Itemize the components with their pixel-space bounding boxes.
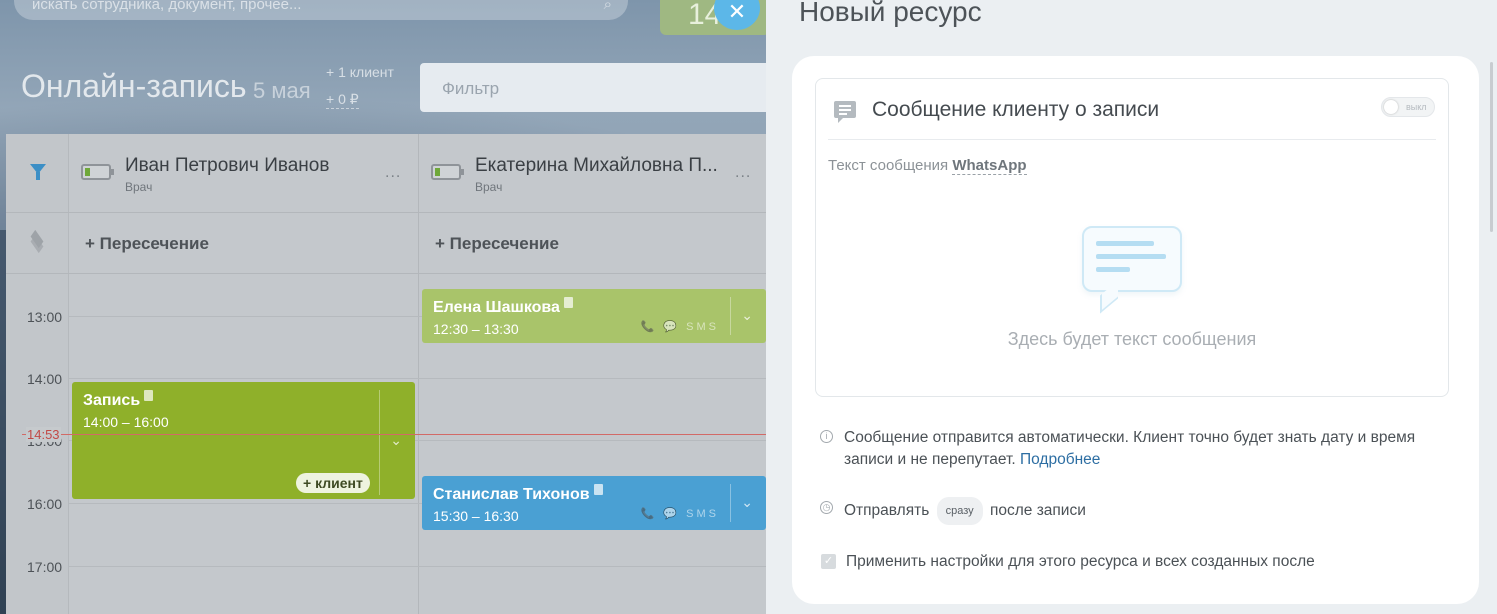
document-icon: [144, 390, 154, 401]
calendar-grid: Иван Петрович Иванов Врач ... Екатерина …: [6, 134, 766, 614]
resource-name: Екатерина Михайловна П...: [475, 155, 718, 176]
panel-title: Новый ресурс: [799, 0, 982, 27]
more-info-link[interactable]: Подробнее: [1020, 451, 1100, 468]
speech-bubble-icon: [1082, 226, 1182, 314]
chevron-down-icon[interactable]: ⌄: [741, 494, 753, 511]
settings-card: Сообщение клиенту о записи выкл Текст со…: [792, 56, 1479, 604]
add-intersection-button[interactable]: + Пересечение: [435, 234, 559, 254]
resource-role: Врач: [475, 180, 503, 194]
global-search-input[interactable]: искать сотрудника, документ, прочее... ⌕: [14, 0, 628, 20]
hour-label: 14:00: [27, 371, 63, 387]
layers-icon[interactable]: [28, 229, 46, 254]
hour-label: 13:00: [27, 309, 63, 325]
apply-checkbox[interactable]: ✓: [821, 554, 836, 569]
hour-line: [69, 378, 766, 379]
appointment-card[interactable]: Запись 14:00 – 16:00 ⌄ + клиент: [72, 382, 415, 499]
message-label-prefix: Текст сообщения: [828, 157, 949, 174]
info-icon: i: [820, 430, 833, 443]
appointment-time: 12:30 – 13:30: [433, 321, 519, 337]
message-channel-selector[interactable]: WhatsApp: [952, 157, 1027, 175]
appointment-card[interactable]: Станислав Тихонов 15:30 – 16:30 📞 💬 SMS …: [422, 476, 766, 530]
apply-checkbox-label[interactable]: Применить настройки для этого ресурса и …: [846, 553, 1315, 571]
appointment-card[interactable]: Елена Шашкова 12:30 – 13:30 📞 💬 SMS ⌄: [422, 289, 766, 343]
toggle-label: выкл: [1406, 102, 1427, 112]
chevron-down-icon[interactable]: ⌄: [741, 307, 753, 324]
toggle-knob: [1384, 100, 1398, 114]
message-section: Сообщение клиенту о записи выкл Текст со…: [815, 78, 1449, 397]
current-time-line: [22, 434, 766, 435]
resource-role: Врач: [125, 180, 153, 194]
resource-name: Иван Петрович Иванов: [125, 155, 330, 176]
section-title: Сообщение клиенту о записи: [872, 98, 1160, 121]
appointment-time: 15:30 – 16:30: [433, 508, 519, 524]
card-divider: [730, 484, 731, 522]
scrollbar[interactable]: [1489, 0, 1497, 614]
battery-icon: [81, 164, 114, 180]
contact-icons: 📞 💬 SMS: [640, 508, 719, 520]
filter-input[interactable]: Фильтр: [420, 63, 766, 112]
divider: [828, 139, 1436, 140]
contact-icons: 📞 💬 SMS: [640, 321, 719, 333]
money-stat[interactable]: + 0 ₽: [326, 91, 359, 109]
hour-line: [69, 566, 766, 567]
global-search-placeholder: искать сотрудника, документ, прочее...: [32, 0, 302, 13]
new-resource-panel: Новый ресурс Сообщение клиенту о записи …: [766, 0, 1497, 614]
search-icon: ⌕: [603, 0, 612, 13]
filter-icon[interactable]: [30, 164, 46, 180]
clock-icon: ◷: [820, 501, 833, 514]
message-text-label: Текст сообщения WhatsApp: [828, 157, 1027, 175]
more-icon[interactable]: ...: [735, 164, 751, 182]
document-icon: [563, 297, 573, 308]
more-icon[interactable]: ...: [385, 164, 401, 182]
page-date[interactable]: 5 мая: [253, 78, 311, 104]
battery-icon: [431, 164, 464, 180]
background-app: искать сотрудника, документ, прочее... ⌕…: [0, 0, 766, 614]
message-icon: [834, 101, 856, 123]
column-separator: [418, 134, 419, 614]
info-text: Сообщение отправится автоматически. Клие…: [844, 427, 1444, 471]
hour-label: 17:00: [27, 559, 63, 575]
add-intersection-button[interactable]: + Пересечение: [85, 234, 209, 254]
appointment-title: Запись: [83, 392, 141, 409]
send-timing-row: Отправлять сразу после записи: [844, 497, 1086, 525]
info-description: Сообщение отправится автоматически. Клие…: [844, 429, 1416, 468]
page-title: Онлайн-запись: [21, 68, 247, 104]
message-placeholder: Здесь будет текст сообщения: [1007, 329, 1257, 349]
send-prefix: Отправлять: [844, 502, 930, 519]
add-client-button[interactable]: + клиент: [296, 473, 370, 493]
appointment-time: 14:00 – 16:00: [83, 414, 169, 430]
current-time-label: 14:53: [26, 427, 61, 442]
hour-label: 16:00: [27, 496, 63, 512]
notification-toggle[interactable]: выкл: [1381, 97, 1435, 117]
send-suffix: после записи: [989, 502, 1086, 519]
appointment-title: Станислав Тихонов: [433, 486, 590, 503]
appointment-title: Елена Шашкова: [433, 299, 560, 316]
clients-stat: + 1 клиент: [326, 64, 394, 80]
document-icon: [593, 484, 603, 495]
message-section-header: Сообщение клиенту о записи выкл: [816, 79, 1448, 141]
card-divider: [379, 390, 380, 495]
card-divider: [730, 297, 731, 335]
send-timing-select[interactable]: сразу: [936, 497, 983, 525]
